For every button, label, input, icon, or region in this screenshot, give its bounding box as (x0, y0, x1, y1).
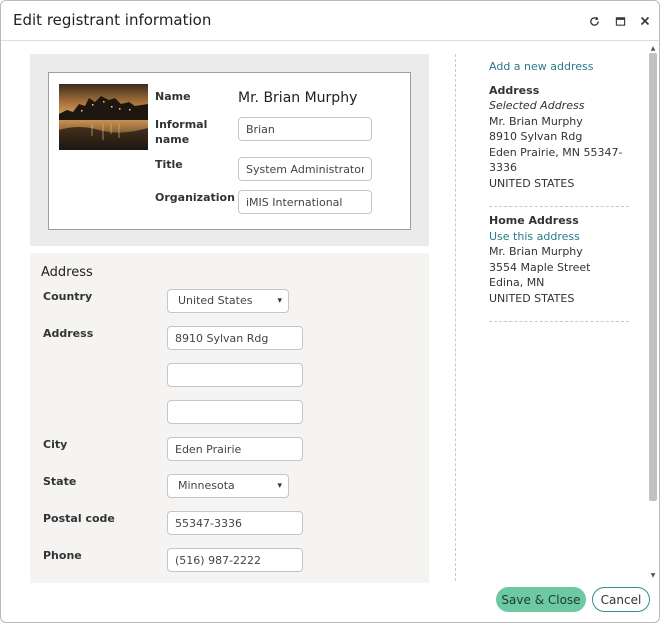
country-select[interactable]: United States ▾ (167, 289, 289, 313)
state-select[interactable]: Minnesota ▾ (167, 474, 289, 498)
name-value: Mr. Brian Murphy (238, 90, 358, 106)
title-label: Title (155, 158, 183, 171)
selected-address-line: Eden Prairie, MN 55347- (489, 145, 623, 159)
selected-address-line: Mr. Brian Murphy (489, 114, 583, 128)
edit-registrant-dialog: Edit registrant information Name Mr. Bri… (0, 0, 660, 623)
profile-photo (59, 84, 148, 150)
address-panel: Add a new address Address Selected Addre… (489, 59, 629, 322)
refresh-icon[interactable] (586, 13, 602, 29)
scroll-up-icon[interactable]: ▲ (649, 45, 657, 52)
state-select-value: Minnesota (178, 479, 235, 492)
selected-address-subheading: Selected Address (489, 99, 585, 112)
country-select-value: United States (178, 294, 253, 307)
home-address-line: Mr. Brian Murphy (489, 245, 583, 258)
name-label: Name (155, 90, 191, 103)
cancel-button[interactable]: Cancel (592, 587, 650, 612)
home-address-block: Home Address Use this address Mr. Brian … (489, 213, 629, 306)
selected-address-line: UNITED STATES (489, 176, 575, 190)
state-label: State (43, 475, 77, 488)
informal-name-label: Informal name (155, 118, 208, 146)
column-divider (455, 54, 456, 581)
maximize-icon[interactable] (612, 13, 628, 29)
add-new-address-link[interactable]: Add a new address (489, 59, 629, 75)
use-this-address-link[interactable]: Use this address (489, 229, 629, 245)
selected-address-block: Address Selected Address Mr. Brian Murph… (489, 83, 629, 192)
chevron-down-icon: ▾ (277, 296, 282, 306)
dialog-titlebar: Edit registrant information (1, 1, 659, 41)
home-address-line: Edina, MN (489, 276, 545, 289)
home-address-line: UNITED STATES (489, 291, 575, 305)
selected-address-heading: Address (489, 83, 540, 97)
home-address-heading: Home Address (489, 214, 579, 227)
postal-code-input[interactable] (167, 511, 303, 535)
address-line3-input[interactable] (167, 400, 303, 424)
scroll-down-icon[interactable]: ▼ (649, 572, 657, 579)
country-label: Country (43, 290, 93, 303)
selected-address-line: 3336 (489, 161, 517, 174)
home-address-line: 3554 Maple Street (489, 260, 591, 274)
address-line2-input[interactable] (167, 363, 303, 387)
organization-input[interactable] (238, 190, 372, 214)
address-line1-input[interactable] (167, 326, 303, 350)
scrollbar-thumb[interactable] (649, 53, 657, 501)
informal-name-input[interactable] (238, 117, 372, 141)
close-icon[interactable] (637, 13, 653, 29)
address-heading: Address (41, 265, 93, 280)
profile-section: Name Mr. Brian Murphy Informal name Titl… (30, 54, 429, 246)
address-label: Address (43, 327, 94, 340)
selected-address-line: 8910 Sylvan Rdg (489, 130, 583, 143)
dialog-title: Edit registrant information (13, 11, 212, 29)
phone-label: Phone (43, 549, 82, 562)
city-input[interactable] (167, 437, 303, 461)
address-form: Address Country United States ▾ Address … (30, 253, 429, 583)
title-input[interactable] (238, 157, 372, 181)
save-close-button[interactable]: Save & Close (496, 587, 586, 612)
profile-card: Name Mr. Brian Murphy Informal name Titl… (48, 72, 411, 230)
phone-input[interactable] (167, 548, 303, 572)
city-label: City (43, 438, 68, 451)
chevron-down-icon: ▾ (277, 481, 282, 491)
organization-label: Organization (155, 191, 235, 204)
postal-code-label: Postal code (43, 512, 115, 525)
address-separator (489, 321, 629, 322)
